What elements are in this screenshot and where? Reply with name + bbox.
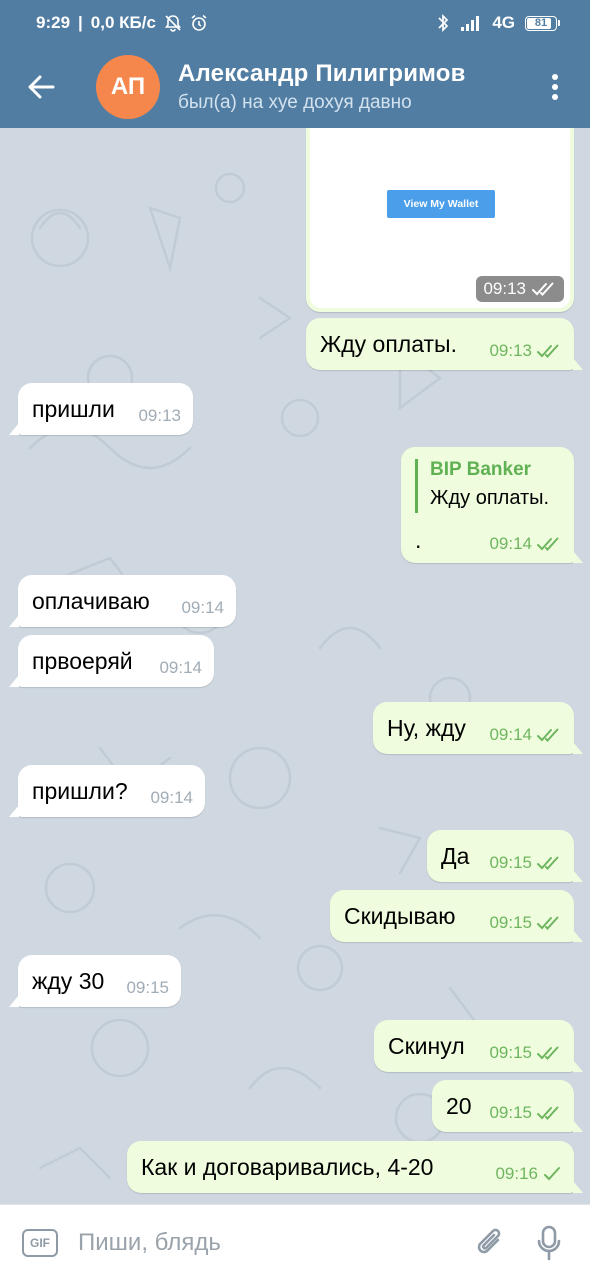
outgoing-message[interactable]: Ну, жду 09:14 — [373, 702, 583, 754]
message-text: пришли — [32, 396, 115, 422]
microphone-icon — [537, 1225, 561, 1260]
signal-strength-icon — [460, 15, 482, 31]
message-text: првоеряй — [32, 648, 133, 674]
paperclip-icon — [477, 1228, 501, 1253]
double-check-icon — [536, 855, 562, 871]
incoming-message[interactable]: пришли 09:13 — [9, 383, 193, 435]
double-check-icon — [536, 915, 562, 931]
message-time: 09:15 — [489, 853, 532, 872]
message-time: 09:14 — [150, 788, 193, 807]
message-composer: GIF — [0, 1204, 590, 1280]
message-text: оплачиваю — [32, 588, 150, 614]
message-text: Ну, жду — [387, 715, 466, 741]
message-list[interactable]: View My Wallet 09:13 Жду оплаты. 09:13 п… — [0, 128, 590, 1204]
message-text: жду 30 — [32, 968, 105, 994]
chat-header: АП Александр Пилигримов был(а) на хуе до… — [0, 46, 590, 128]
message-text: . — [415, 527, 422, 553]
reply-author: BIP Banker — [430, 459, 532, 480]
message-text: пришли? — [32, 778, 128, 804]
message-time: 09:15 — [489, 1103, 532, 1122]
double-check-icon — [536, 1045, 562, 1061]
double-check-icon — [536, 727, 562, 743]
back-button[interactable] — [0, 46, 82, 128]
message-time: 09:14 — [489, 534, 532, 553]
message-time: 09:13 — [483, 279, 526, 298]
message-time: 09:14 — [489, 725, 532, 744]
contact-last-seen: был(а) на хуе дохуя давно — [178, 92, 412, 113]
battery-icon: 81 — [525, 15, 560, 31]
status-bar: 9:29 | 0,0 КБ/с 4G 81 — [0, 0, 590, 46]
muted-bell-icon — [164, 14, 182, 32]
contact-name: Александр Пилигримов — [178, 60, 466, 87]
incoming-message[interactable]: жду 30 09:15 — [9, 955, 181, 1007]
message-time: 09:15 — [126, 978, 169, 997]
message-time: 09:16 — [495, 1164, 538, 1183]
message-text: Да — [441, 843, 470, 869]
incoming-message[interactable]: оплачиваю 09:14 — [9, 575, 236, 627]
view-wallet-button: View My Wallet — [387, 190, 495, 218]
incoming-message[interactable]: првоеряй 09:14 — [9, 635, 214, 687]
message-text: Скинул — [388, 1033, 465, 1059]
message-text: Как и договаривались, 4-20 — [141, 1154, 434, 1180]
contact-info[interactable]: Александр Пилигримов был(а) на хуе дохуя… — [178, 60, 466, 114]
double-check-icon — [536, 343, 562, 359]
message-time-badge: 09:13 — [476, 276, 564, 302]
outgoing-message[interactable]: Жду оплаты. 09:13 — [306, 318, 583, 370]
message-time: 09:15 — [489, 1043, 532, 1062]
message-time: 09:13 — [489, 341, 532, 360]
message-text: Скидываю — [344, 903, 456, 929]
status-time: 9:29 — [36, 13, 71, 32]
bluetooth-icon — [436, 13, 450, 33]
battery-level: 81 — [534, 17, 548, 29]
more-options-button[interactable] — [520, 46, 590, 128]
alarm-clock-icon — [190, 14, 208, 32]
gif-button[interactable]: GIF — [22, 1228, 58, 1257]
incoming-message[interactable]: пришли? 09:14 — [9, 765, 205, 817]
reply-quote[interactable]: BIP Banker Жду оплаты. — [415, 459, 549, 513]
message-input[interactable] — [78, 1228, 462, 1257]
reply-text: Жду оплаты. — [430, 487, 550, 509]
network-speed: 0,0 КБ/с — [90, 13, 156, 32]
arrow-left-icon — [28, 75, 55, 99]
single-check-icon — [542, 1166, 562, 1182]
message-text: Жду оплаты. — [320, 331, 457, 357]
double-check-icon — [532, 282, 554, 296]
outgoing-message[interactable]: Да 09:15 — [427, 830, 583, 882]
voice-record-button[interactable] — [520, 1205, 578, 1280]
network-type: 4G — [492, 13, 515, 32]
outgoing-message[interactable]: Скидываю 09:15 — [330, 890, 583, 942]
outgoing-message[interactable]: Скинул 09:15 — [374, 1020, 583, 1072]
attach-button[interactable] — [462, 1205, 520, 1280]
double-check-icon — [536, 1105, 562, 1121]
message-time: 09:14 — [181, 598, 224, 617]
outgoing-reply-message[interactable]: BIP Banker Жду оплаты. . 09:14 — [401, 447, 583, 563]
photo-message[interactable]: View My Wallet 09:13 — [306, 128, 574, 312]
outgoing-message[interactable]: Как и договаривались, 4-20 09:16 — [127, 1141, 583, 1193]
outgoing-message[interactable]: 20 09:15 — [432, 1080, 583, 1132]
message-time: 09:15 — [489, 913, 532, 932]
double-check-icon — [536, 536, 562, 552]
message-text: 20 — [446, 1093, 472, 1119]
message-time: 09:14 — [159, 658, 202, 677]
message-time: 09:13 — [138, 406, 181, 425]
more-vertical-icon — [552, 74, 558, 100]
avatar[interactable]: АП — [96, 55, 160, 119]
